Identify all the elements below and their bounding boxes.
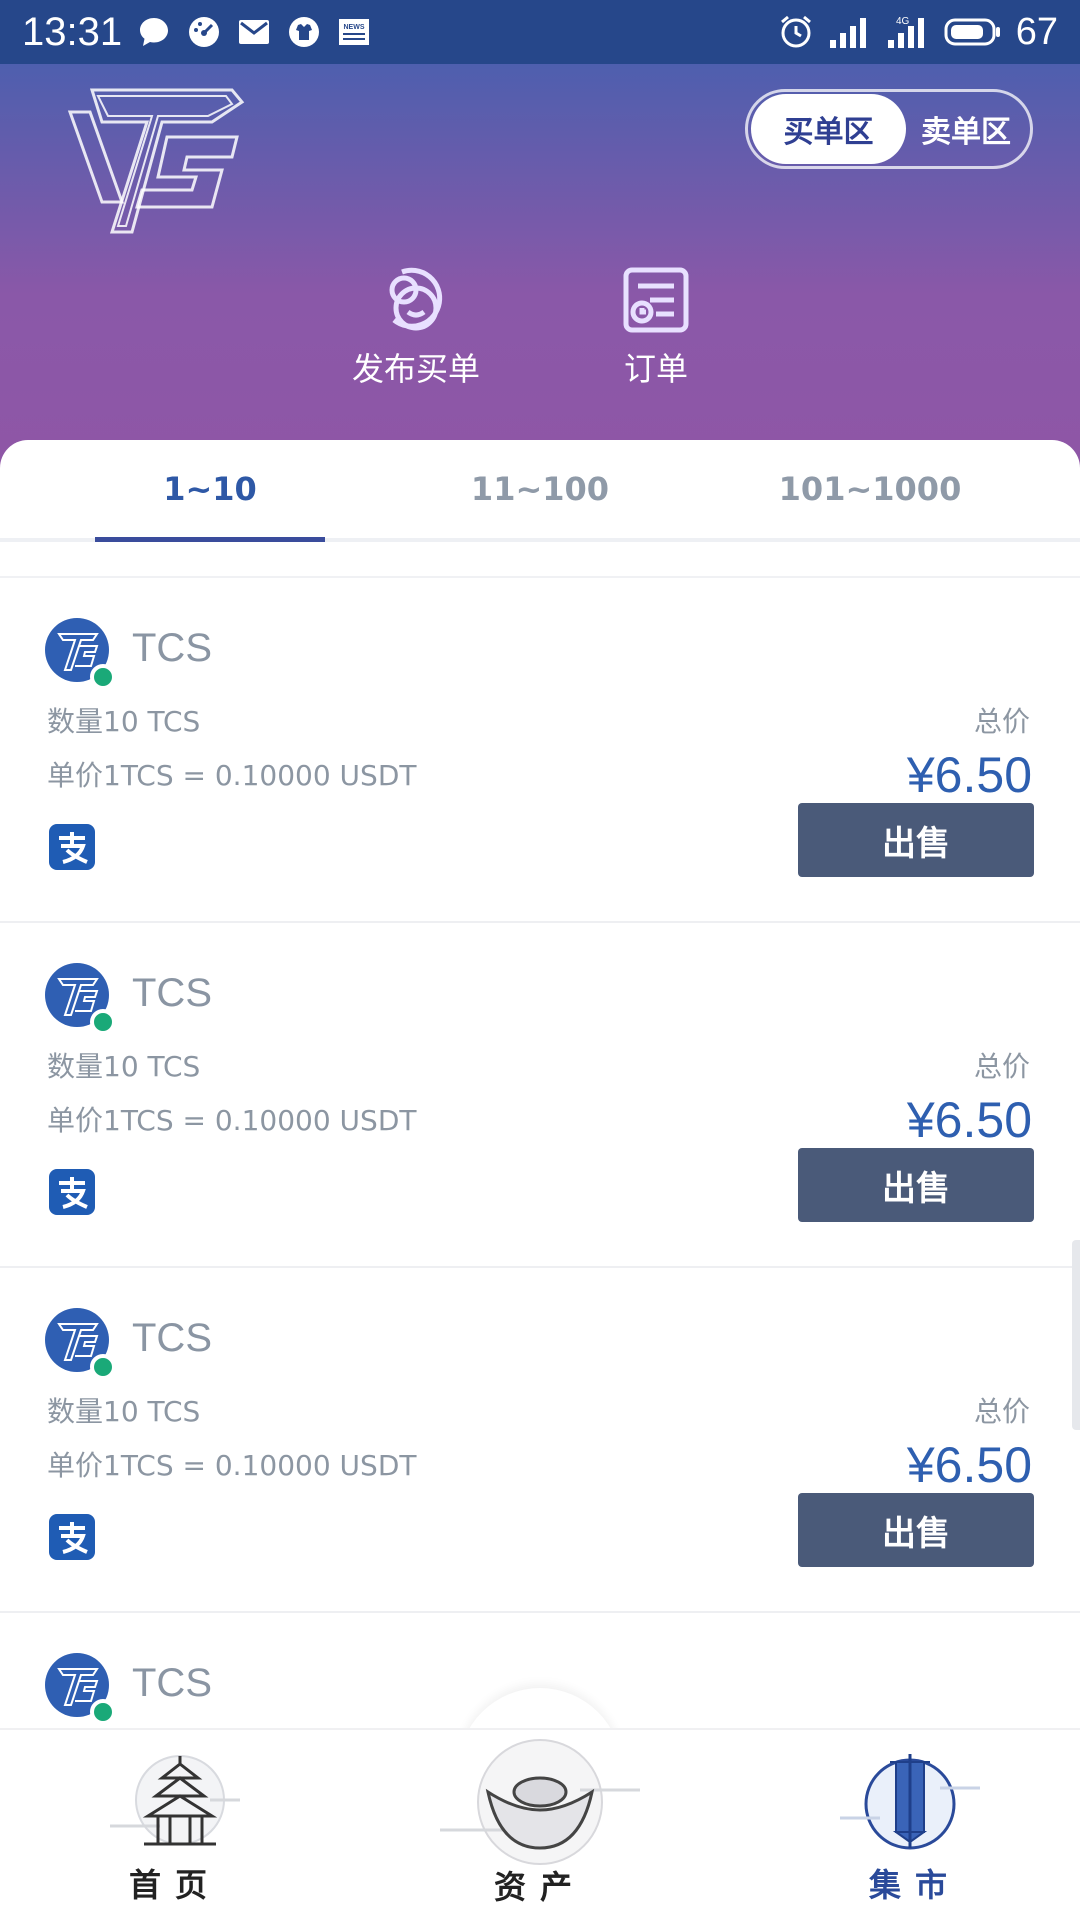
total-price: ¥6.50 [906, 1092, 1032, 1148]
signal-icon [828, 14, 872, 50]
total-price: ¥6.50 [906, 1437, 1032, 1493]
speedometer-icon [186, 14, 222, 50]
publish-order-label: 发布买单 [352, 350, 481, 388]
tcs-logo [62, 82, 250, 242]
total-price: ¥6.50 [906, 747, 1032, 803]
listing-card: TCS 数量10 TCS 单价1TCS = 0.10000 USDT 总价 ¥6… [0, 923, 1080, 1268]
message-icon [136, 14, 172, 50]
news-icon: NEWS [336, 14, 372, 50]
publish-order-icon [380, 264, 452, 336]
nav-home-label: 首页 [128, 1866, 221, 1904]
sell-button[interactable]: 出售 [798, 803, 1034, 877]
temple-icon [100, 1748, 250, 1868]
alarm-icon [778, 14, 814, 50]
listing-card: TCS 数量10 TCS 单价1TCS = 0.10000 USDT 总价 ¥6… [0, 578, 1080, 923]
listing-name: TCS [132, 971, 212, 1015]
listing-unit-price: 单价1TCS = 0.10000 USDT [47, 759, 417, 792]
shirt-icon [286, 14, 322, 50]
status-right: 4G 67 [778, 11, 1058, 54]
scroll-handle[interactable] [1072, 1240, 1080, 1430]
news-text: NEWS [344, 24, 365, 31]
buy-sell-toggle[interactable]: 买单区 卖单区 [745, 89, 1033, 169]
listing-unit-price: 单价1TCS = 0.10000 USDT [47, 1449, 417, 1482]
status-left: 13:31 NEWS [22, 10, 372, 55]
total-label: 总价 [973, 1050, 1030, 1083]
market-banner-icon [840, 1748, 990, 1868]
orders-label: 订单 [623, 350, 688, 388]
online-status-dot [90, 1354, 116, 1380]
status-bar: 13:31 NEWS 4G 67 [0, 0, 1080, 64]
listing-name: TCS [132, 626, 212, 670]
battery-icon [944, 14, 1002, 50]
publish-buy-order-button[interactable]: 发布买单 [352, 264, 480, 390]
nav-market[interactable]: 集市 [840, 1748, 990, 1906]
alipay-icon [49, 1169, 95, 1215]
divider [0, 542, 1080, 578]
network-text: 4G [896, 16, 910, 27]
online-status-dot [90, 1009, 116, 1035]
nav-home[interactable]: 首页 [100, 1748, 250, 1906]
bottom-nav: 首页 资产 集市 [0, 1728, 1080, 1920]
mail-icon [236, 14, 272, 50]
total-label: 总价 [973, 705, 1030, 738]
orders-button[interactable]: 订单 [620, 264, 692, 390]
header: 买单区 卖单区 发布买单 订单 [0, 64, 1080, 484]
listing-name: TCS [132, 1316, 212, 1360]
alipay-icon [49, 1514, 95, 1560]
online-status-dot [90, 1699, 116, 1725]
nav-market-label: 集市 [868, 1866, 961, 1904]
listing-card: TCS 数量10 TCS 单价1TCS = 0.10000 USDT 总价 ¥6… [0, 1268, 1080, 1613]
listing-quantity: 数量10 TCS [47, 1395, 201, 1428]
listing-unit-price: 单价1TCS = 0.10000 USDT [47, 1104, 417, 1137]
listing-name: TCS [132, 1661, 212, 1705]
status-time: 13:31 [22, 9, 123, 54]
signal-4g-icon: 4G [886, 14, 930, 50]
alipay-icon [49, 824, 95, 870]
sell-button[interactable]: 出售 [798, 1493, 1034, 1567]
toggle-buy-zone[interactable]: 买单区 [751, 94, 906, 164]
nav-assets[interactable]: 资产 [440, 1730, 640, 1908]
tab-101-1000[interactable]: 101~1000 [705, 440, 1035, 538]
battery-level: 67 [1015, 10, 1058, 53]
sell-button[interactable]: 出售 [798, 1148, 1034, 1222]
toggle-sell-zone[interactable]: 卖单区 [906, 94, 1026, 164]
tab-1-10[interactable]: 1~10 [45, 440, 375, 542]
orders-icon [620, 264, 692, 336]
gold-ingot-icon [440, 1730, 640, 1870]
tab-11-100[interactable]: 11~100 [375, 440, 705, 538]
listing-quantity: 数量10 TCS [47, 1050, 201, 1083]
total-label: 总价 [973, 1395, 1030, 1428]
range-tabs: 1~10 11~100 101~1000 [0, 440, 1080, 542]
listing-quantity: 数量10 TCS [47, 705, 201, 738]
online-status-dot [90, 664, 116, 690]
nav-assets-label: 资产 [493, 1868, 586, 1906]
